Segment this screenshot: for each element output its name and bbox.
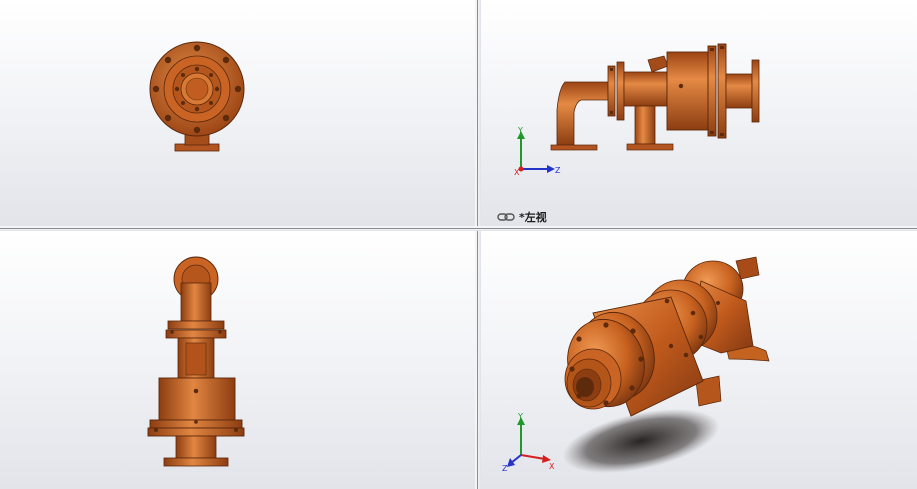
triad-x-label: X (514, 168, 520, 177)
triad-x-label: X (549, 462, 555, 471)
part-model-top-view (147, 256, 245, 467)
viewport-top[interactable] (0, 231, 475, 489)
part-model-front-view (149, 41, 245, 152)
viewport-left[interactable]: Y Z X *左视 (481, 0, 917, 226)
triad-y-label: Y (517, 412, 523, 421)
viewport-front[interactable] (0, 0, 475, 226)
part-model-left-view (550, 43, 760, 151)
triad-z-label: Z (502, 464, 508, 473)
link-views-icon[interactable] (497, 212, 515, 222)
triad-icon: Y Z X (514, 126, 561, 177)
triad-icon: Y X Z (502, 412, 555, 473)
view-label-text: *左视 (519, 211, 547, 224)
view-orientation-label[interactable]: *左视 (497, 209, 547, 225)
triad-y-label: Y (517, 126, 523, 135)
viewport-isometric[interactable]: Y X Z (481, 231, 917, 489)
triad-z-label: Z (555, 166, 561, 175)
